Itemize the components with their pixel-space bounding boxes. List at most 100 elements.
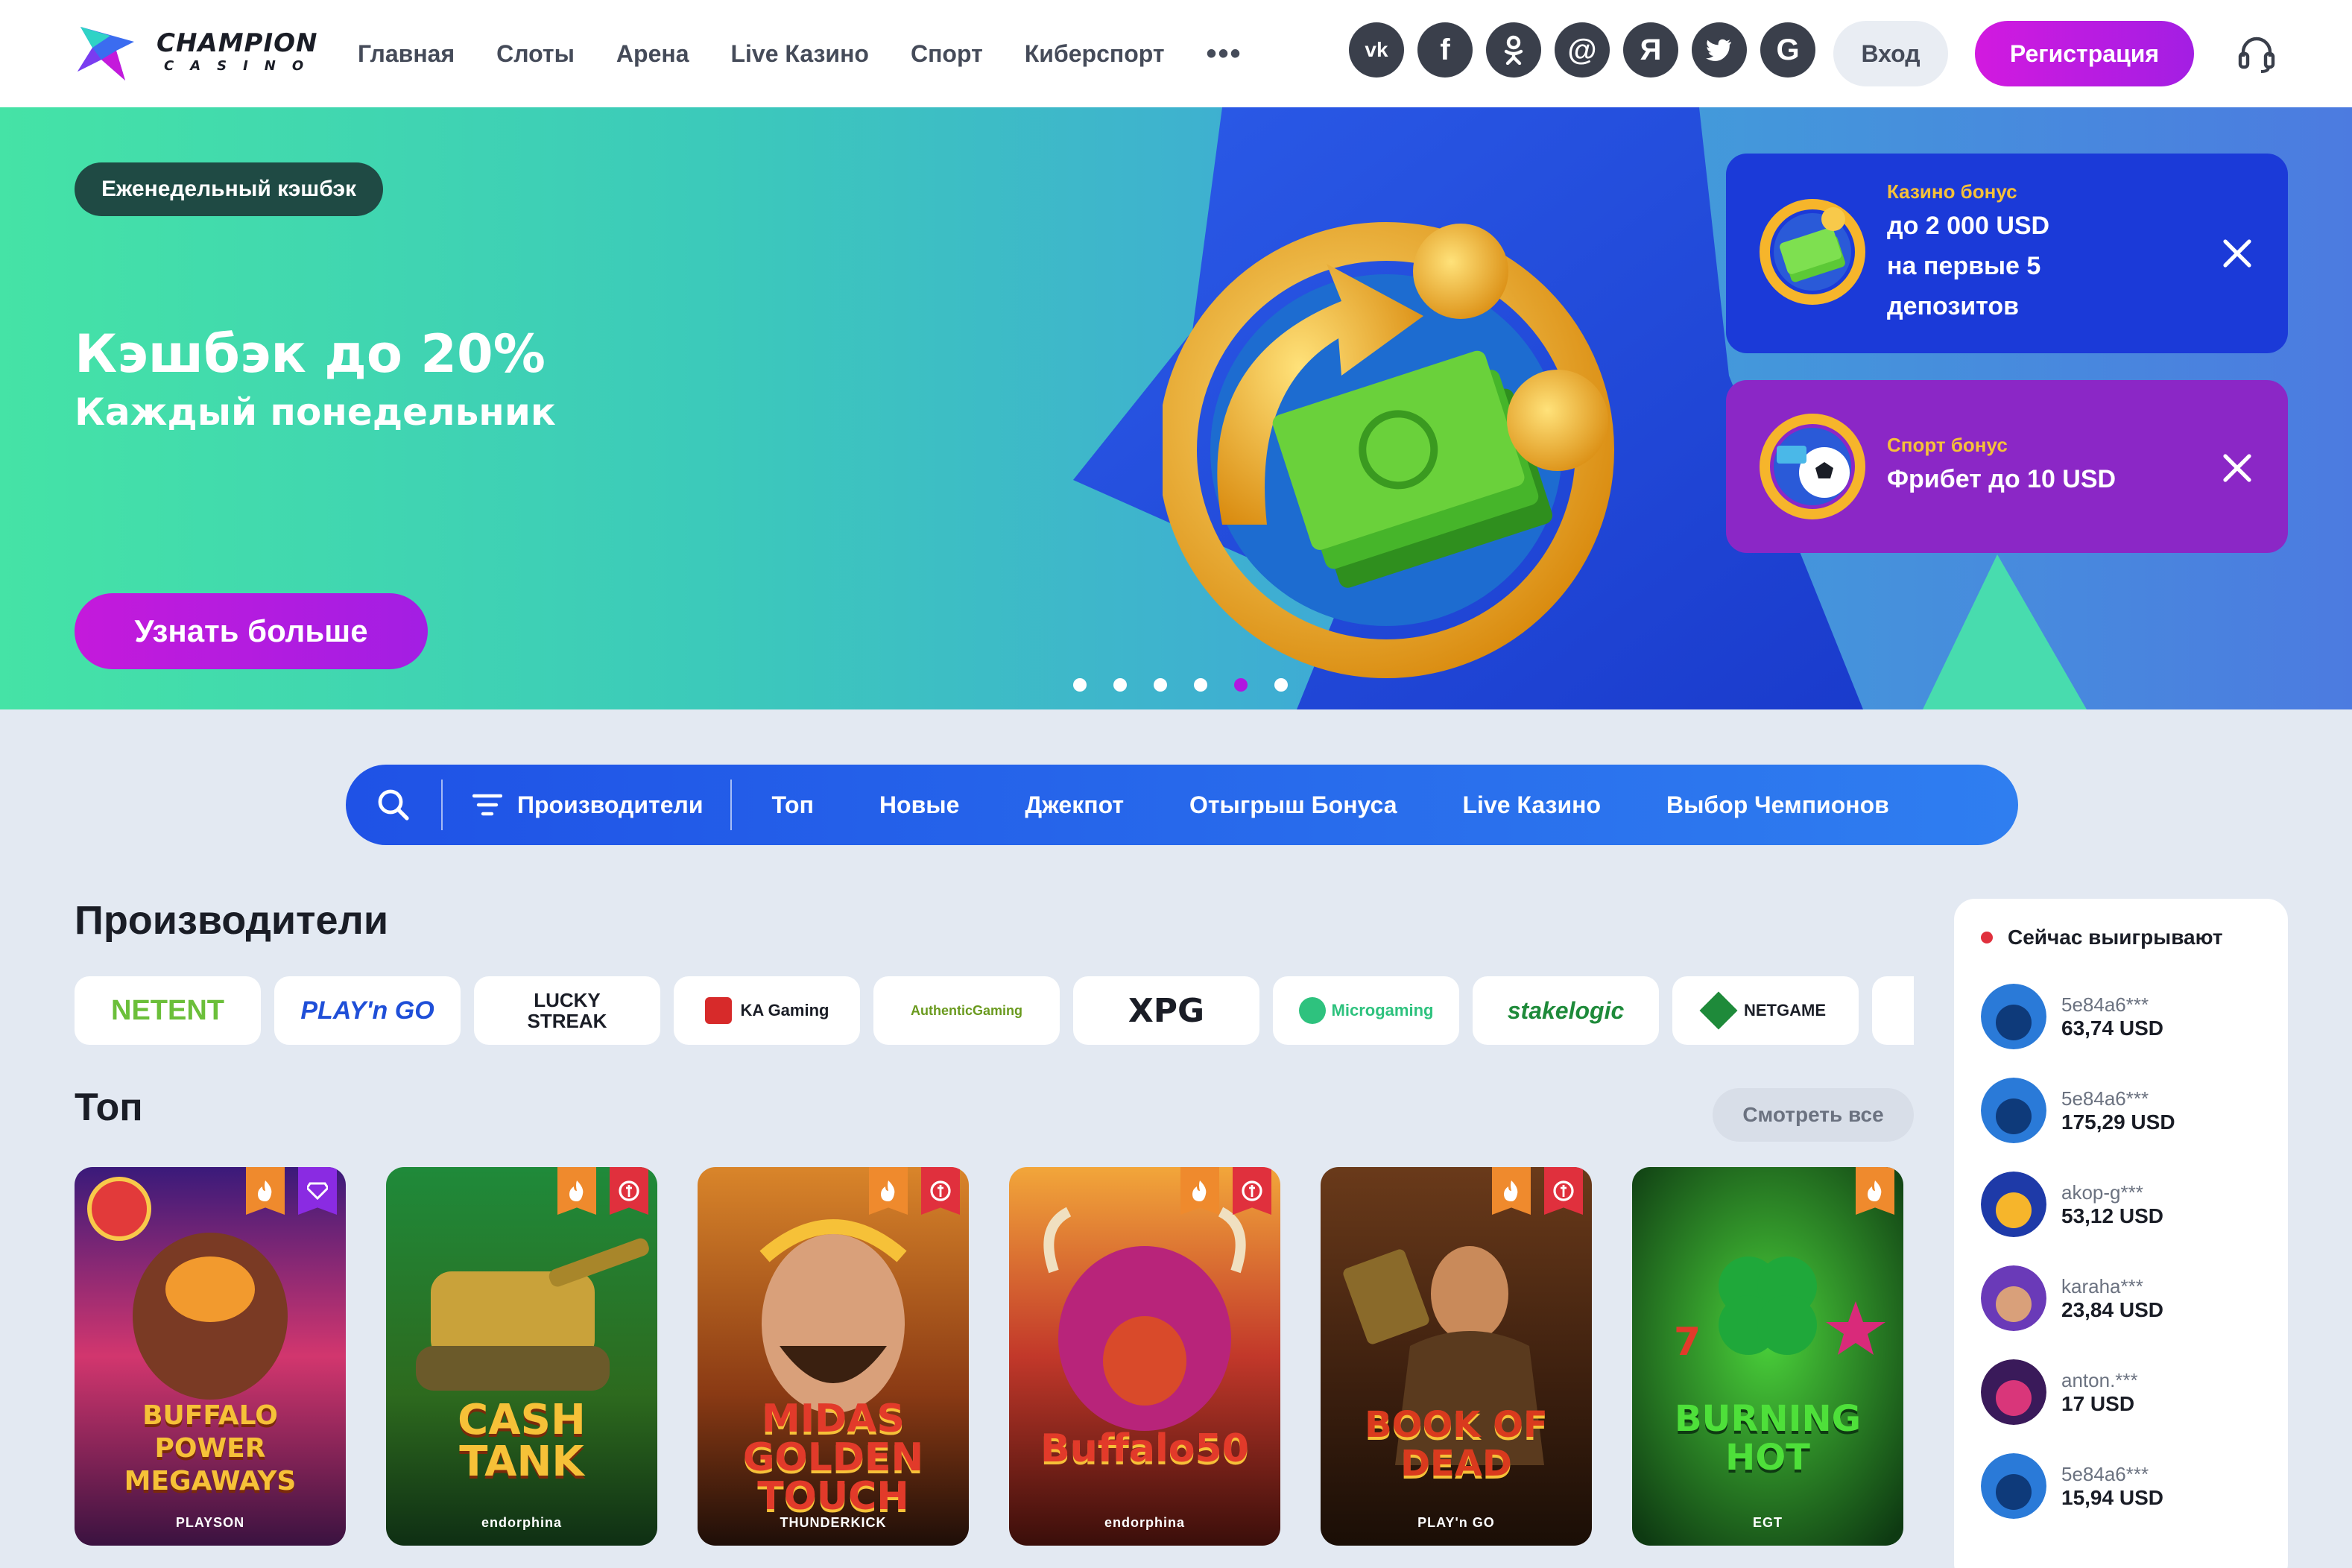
winner-game-avatar bbox=[1981, 1078, 2046, 1143]
filter-jackpot[interactable]: Джекпот bbox=[992, 791, 1157, 819]
close-icon[interactable] bbox=[2219, 450, 2255, 486]
game-card-midas[interactable]: MIDAS GOLDEN TOUCH THUNDERKICK bbox=[698, 1167, 969, 1546]
filter-lines-icon bbox=[472, 794, 502, 816]
logo-subtitle: CASINO bbox=[164, 58, 320, 74]
facebook-icon[interactable]: f bbox=[1417, 22, 1473, 78]
game-card-buffalo-power[interactable]: BUFFALO POWER MEGAWAYS PLAYSON bbox=[75, 1167, 346, 1546]
filter-live-casino[interactable]: Live Казино bbox=[1430, 791, 1634, 819]
logo-star-icon bbox=[78, 27, 134, 80]
close-icon[interactable] bbox=[2219, 235, 2255, 271]
provider-next[interactable] bbox=[1872, 976, 1914, 1045]
provider-playngo[interactable]: PLAY'n GO bbox=[274, 976, 461, 1045]
provider-xpg[interactable]: XPG bbox=[1073, 976, 1259, 1045]
game-provider: PLAY'n GO bbox=[1417, 1515, 1495, 1530]
netgame-icon bbox=[1699, 991, 1738, 1030]
carousel-dot[interactable] bbox=[1194, 678, 1207, 692]
winner-name: 5e84a6*** bbox=[2061, 1462, 2149, 1485]
game-art: 7 bbox=[1632, 1167, 1903, 1546]
provider-luckystreak[interactable]: LUCKY STREAK bbox=[474, 976, 660, 1045]
provider-netgame[interactable]: NETGAME bbox=[1672, 976, 1859, 1045]
sport-bonus-card[interactable]: Спорт бонус Фрибет до 10 USD bbox=[1726, 380, 2288, 553]
mailru-icon[interactable]: @ bbox=[1555, 22, 1610, 78]
winner-game-avatar bbox=[1981, 1265, 2046, 1331]
nav-slots[interactable]: Слоты bbox=[496, 40, 575, 68]
casino-bonus-kicker: Казино бонус bbox=[1887, 180, 2017, 203]
provider-netent[interactable]: NETENT bbox=[75, 976, 261, 1045]
winner-row[interactable]: anton.*** 17 USD bbox=[1981, 1359, 2138, 1425]
hero-learn-more-button[interactable]: Узнать больше bbox=[75, 593, 428, 669]
search-icon[interactable] bbox=[346, 765, 441, 845]
yandex-icon[interactable]: Я bbox=[1623, 22, 1678, 78]
carousel-dot[interactable] bbox=[1154, 678, 1167, 692]
see-all-button[interactable]: Смотреть все bbox=[1713, 1088, 1914, 1142]
filter-new[interactable]: Новые bbox=[847, 791, 992, 819]
refund-icon bbox=[619, 1180, 639, 1201]
refund-icon bbox=[1242, 1180, 1262, 1201]
winner-row[interactable]: 5e84a6*** 175,29 USD bbox=[1981, 1078, 2175, 1143]
winner-amount: 17 USD bbox=[2061, 1391, 2135, 1415]
nav-home[interactable]: Главная bbox=[358, 40, 455, 68]
game-card-burning-hot[interactable]: 7 BURNING HOT EGT bbox=[1632, 1167, 1903, 1546]
filter-producers[interactable]: Производители bbox=[443, 791, 730, 819]
logo[interactable]: CHAMPION CASINO bbox=[75, 21, 328, 86]
fire-icon bbox=[569, 1180, 584, 1201]
game-card-book-of-dead[interactable]: BOOK OF DEAD PLAY'n GO bbox=[1321, 1167, 1592, 1546]
filter-champions-choice[interactable]: Выбор Чемпионов bbox=[1634, 791, 1922, 819]
live-dot-icon bbox=[1981, 932, 1993, 943]
game-card-cash-tank[interactable]: CASH TANK endorphina bbox=[386, 1167, 657, 1546]
provider-stakelogic[interactable]: stakelogic bbox=[1473, 976, 1659, 1045]
provider-netent-logo: NETENT bbox=[111, 994, 224, 1026]
casino-bonus-text: до 2 000 USD на первые 5 депозитов bbox=[1887, 212, 2050, 320]
twitter-glyph bbox=[1706, 39, 1731, 61]
game-card-buffalo50[interactable]: Buffalo50 endorphina bbox=[1009, 1167, 1280, 1546]
provider-microgaming[interactable]: Microgaming bbox=[1273, 976, 1459, 1045]
winner-name: karaha*** bbox=[2061, 1274, 2143, 1297]
carousel-dot[interactable] bbox=[1274, 678, 1288, 692]
nav-more-icon[interactable]: ••• bbox=[1207, 37, 1242, 71]
provider-ka-gaming-logo: KA Gaming bbox=[740, 1001, 829, 1019]
carousel-dot[interactable] bbox=[1073, 678, 1087, 692]
winner-row[interactable]: 5e84a6*** 15,94 USD bbox=[1981, 1453, 2163, 1519]
winner-game-avatar bbox=[1981, 1172, 2046, 1237]
nav-sport[interactable]: Спорт bbox=[911, 40, 983, 68]
nav-esports[interactable]: Киберспорт bbox=[1025, 40, 1165, 68]
winner-row[interactable]: karaha*** 23,84 USD bbox=[1981, 1265, 2163, 1331]
hero-title: Кэшбэк до 20% bbox=[75, 323, 546, 385]
nav-live-casino[interactable]: Live Казино bbox=[730, 40, 868, 68]
register-button[interactable]: Регистрация bbox=[1975, 21, 2194, 86]
odnoklassniki-icon[interactable] bbox=[1486, 22, 1541, 78]
winner-row[interactable]: 5e84a6*** 63,74 USD bbox=[1981, 984, 2163, 1049]
nav-arena[interactable]: Арена bbox=[616, 40, 689, 68]
game-art bbox=[1321, 1167, 1592, 1546]
winner-info: 5e84a6*** 63,74 USD bbox=[2061, 993, 2163, 1040]
game-provider: THUNDERKICK bbox=[780, 1515, 887, 1530]
game-title: BUFFALO POWER MEGAWAYS bbox=[124, 1400, 297, 1496]
cashback-money-illustration bbox=[1163, 222, 1614, 678]
filter-producers-label: Производители bbox=[517, 791, 704, 818]
vk-icon[interactable]: vk bbox=[1349, 22, 1404, 78]
provider-authentic-gaming[interactable]: AuthenticGaming bbox=[873, 976, 1060, 1045]
main-nav: Главная Слоты Арена Live Казино Спорт Ки… bbox=[358, 0, 1242, 107]
winner-amount: 53,12 USD bbox=[2061, 1204, 2163, 1227]
filter-bonus-wagering[interactable]: Отыгрыш Бонуса bbox=[1157, 791, 1430, 819]
winner-row[interactable]: akop-g*** 53,12 USD bbox=[1981, 1172, 2163, 1237]
google-icon[interactable]: G bbox=[1760, 22, 1815, 78]
login-button[interactable]: Вход bbox=[1833, 21, 1948, 86]
fire-icon bbox=[1192, 1180, 1207, 1201]
provider-ka-gaming[interactable]: KA Gaming bbox=[674, 976, 860, 1045]
casino-bonus-card[interactable]: Казино бонус до 2 000 USD на первые 5 де… bbox=[1726, 154, 2288, 353]
winner-amount: 15,94 USD bbox=[2061, 1485, 2163, 1509]
carousel-dot[interactable] bbox=[1113, 678, 1127, 692]
mailru-glyph: @ bbox=[1567, 33, 1597, 66]
filter-top[interactable]: Топ bbox=[732, 791, 847, 819]
carousel-dot[interactable] bbox=[1234, 678, 1248, 692]
game-provider: PLAYSON bbox=[175, 1515, 245, 1530]
twitter-icon[interactable] bbox=[1692, 22, 1747, 78]
provider-microgaming-logo: Microgaming bbox=[1331, 1001, 1434, 1019]
provider-playngo-logo: PLAY'n GO bbox=[300, 996, 434, 1025]
fire-icon bbox=[881, 1180, 895, 1201]
google-glyph: G bbox=[1776, 33, 1800, 66]
support-headset-icon[interactable] bbox=[2236, 33, 2277, 75]
yandex-glyph: Я bbox=[1640, 33, 1662, 66]
winners-title: Сейчас выигрывают bbox=[2008, 926, 2223, 949]
